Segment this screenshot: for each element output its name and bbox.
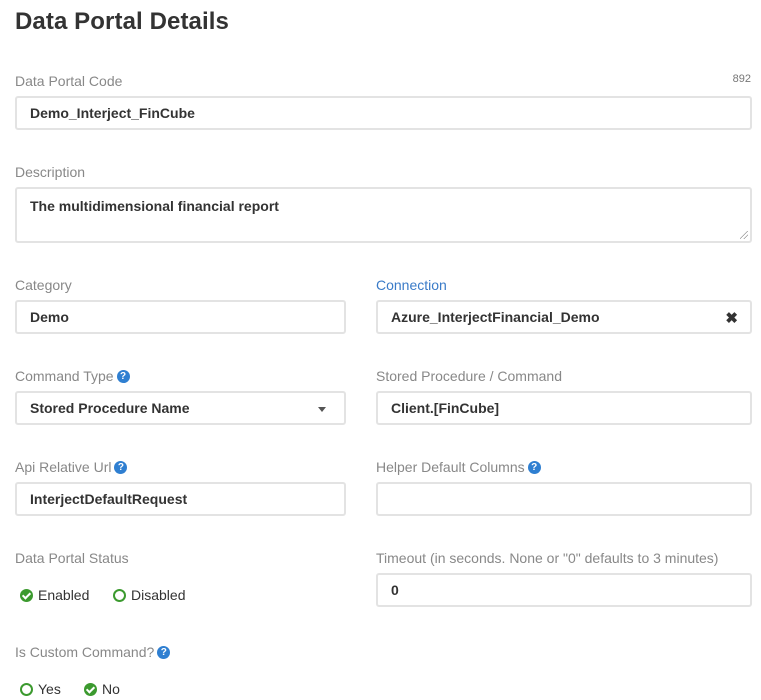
api-relative-url-input[interactable]: InterjectDefaultRequest (15, 482, 346, 516)
code-id-counter: 892 (732, 73, 751, 85)
helper-default-columns-input[interactable] (376, 482, 752, 516)
code-label: Data Portal Code (15, 73, 123, 89)
command-type-label-row: Command Type? (15, 368, 130, 384)
category-label: Category (15, 277, 72, 293)
custom-command-no-radio[interactable]: No (84, 681, 120, 697)
status-disabled-radio[interactable]: Disabled (113, 587, 185, 603)
timeout-value: 0 (391, 582, 399, 598)
api-url-value: InterjectDefaultRequest (30, 491, 188, 507)
description-textarea[interactable]: The multidimensional financial report (15, 187, 752, 243)
status-disabled-label: Disabled (131, 587, 186, 603)
description-label: Description (15, 164, 86, 180)
status-label: Data Portal Status (15, 550, 129, 566)
api-url-label: Api Relative Url (15, 459, 112, 475)
resize-handle-icon[interactable] (740, 231, 748, 239)
stored-procedure-input[interactable]: Client.[FinCube] (376, 391, 752, 425)
command-type-dropdown[interactable]: Stored Procedure Name (15, 391, 346, 425)
helper-columns-label-row: Helper Default Columns? (376, 459, 541, 475)
stored-procedure-label: Stored Procedure / Command (376, 368, 562, 384)
category-input[interactable]: Demo (15, 300, 346, 334)
connection-value: Azure_InterjectFinancial_Demo (391, 309, 600, 325)
radio-checked-icon (84, 682, 97, 696)
data-portal-code-value: Demo_Interject_FinCube (30, 105, 195, 121)
custom-command-no-label: No (102, 681, 120, 697)
helper-columns-label: Helper Default Columns (376, 459, 525, 475)
clear-icon[interactable]: ✖ (725, 309, 738, 327)
stored-procedure-value: Client.[FinCube] (391, 400, 500, 416)
custom-command-yes-radio[interactable]: Yes (20, 681, 61, 697)
status-enabled-label: Enabled (38, 587, 90, 603)
category-value: Demo (30, 309, 69, 325)
radio-checked-icon (20, 588, 33, 602)
question-circle-icon[interactable]: ? (116, 369, 130, 383)
radio-unchecked-icon (113, 588, 126, 602)
page-title: Data Portal Details (15, 8, 229, 35)
description-value: The multidimensional financial report (30, 198, 279, 214)
timeout-label: Timeout (in seconds. None or "0" default… (376, 550, 719, 566)
command-type-label: Command Type (15, 368, 114, 384)
question-circle-icon[interactable]: ? (527, 460, 541, 474)
connection-select[interactable]: Azure_InterjectFinancial_Demo ✖ (376, 300, 752, 334)
data-portal-code-input[interactable]: Demo_Interject_FinCube (15, 96, 752, 130)
custom-command-label: Is Custom Command? (15, 644, 155, 660)
custom-command-yes-label: Yes (38, 681, 61, 697)
status-enabled-radio[interactable]: Enabled (20, 587, 89, 603)
radio-unchecked-icon (20, 682, 33, 696)
question-circle-icon[interactable]: ? (114, 460, 128, 474)
command-type-value: Stored Procedure Name (30, 400, 190, 416)
connection-label: Connection (376, 277, 447, 293)
question-circle-icon[interactable]: ? (157, 645, 171, 659)
chevron-down-icon (318, 407, 326, 412)
api-url-label-row: Api Relative Url? (15, 459, 128, 475)
custom-command-label-row: Is Custom Command?? (15, 644, 171, 660)
timeout-input[interactable]: 0 (376, 573, 752, 607)
